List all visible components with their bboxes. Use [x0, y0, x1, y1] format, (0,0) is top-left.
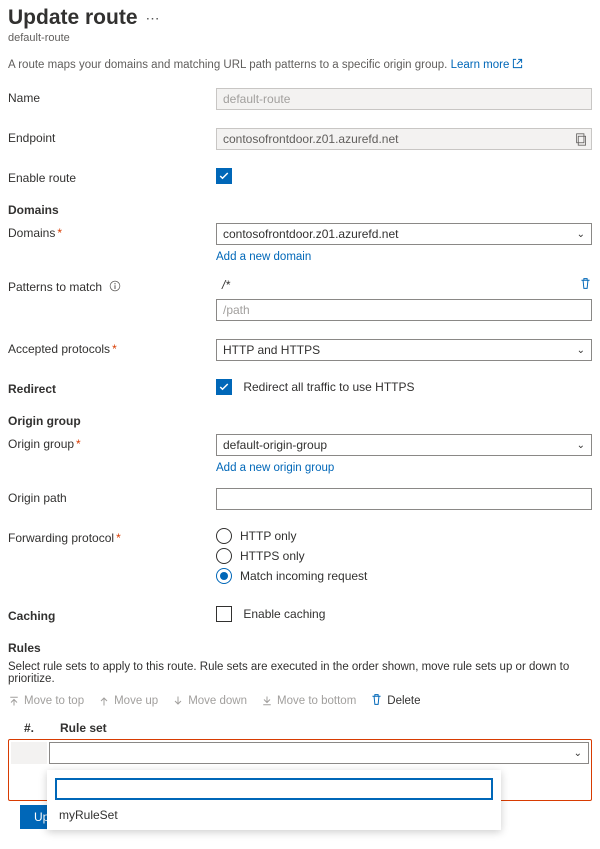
- copy-icon[interactable]: [572, 130, 590, 148]
- learn-more-link[interactable]: Learn more: [451, 59, 524, 71]
- name-label: Name: [8, 88, 216, 105]
- table-row: ⌄: [11, 742, 589, 764]
- ruleset-dropdown: myRuleSet: [47, 770, 501, 830]
- row-selector[interactable]: [11, 742, 47, 764]
- ruleset-select[interactable]: ⌄: [49, 742, 589, 764]
- grid-col-num: #.: [24, 721, 60, 735]
- info-icon[interactable]: [109, 280, 121, 295]
- origin-heading: Origin group: [8, 414, 592, 428]
- page-subtitle: default-route: [8, 32, 592, 44]
- pattern-input[interactable]: [216, 299, 592, 321]
- accepted-protocols-select[interactable]: HTTP and HTTPS ⌄: [216, 339, 592, 361]
- external-link-icon: [512, 58, 523, 72]
- trash-icon: [370, 693, 383, 709]
- chevron-down-icon: ⌄: [574, 748, 582, 759]
- caching-heading: Caching: [8, 609, 55, 623]
- more-actions-icon[interactable]: ⋯: [146, 11, 160, 25]
- rules-grid-highlight: ⌄ myRuleSet: [8, 739, 592, 801]
- domains-label: Domains: [8, 226, 55, 240]
- rules-toolbar: Move to top Move up Move down Move to bo…: [8, 693, 592, 709]
- ruleset-option[interactable]: myRuleSet: [55, 800, 493, 824]
- redirect-heading: Redirect: [8, 382, 56, 396]
- delete-pattern-icon[interactable]: [579, 277, 592, 293]
- page-description: A route maps your domains and matching U…: [8, 58, 592, 72]
- rules-description: Select rule sets to apply to this route.…: [8, 661, 592, 685]
- forwarding-http-radio[interactable]: HTTP only: [216, 528, 592, 544]
- move-top-button[interactable]: Move to top: [8, 695, 84, 707]
- origin-group-label: Origin group: [8, 437, 74, 451]
- endpoint-label: Endpoint: [8, 128, 216, 145]
- enable-route-checkbox[interactable]: [216, 168, 232, 184]
- pattern-existing: /*: [216, 278, 573, 292]
- grid-col-ruleset: Rule set: [60, 721, 592, 735]
- origin-group-select[interactable]: default-origin-group ⌄: [216, 434, 592, 456]
- origin-path-label: Origin path: [8, 488, 216, 505]
- caching-label: Enable caching: [243, 607, 325, 621]
- name-input[interactable]: [216, 88, 592, 110]
- redirect-label: Redirect all traffic to use HTTPS: [243, 380, 414, 394]
- move-up-button[interactable]: Move up: [98, 695, 158, 707]
- accepted-protocols-label: Accepted protocols: [8, 342, 110, 356]
- origin-path-input[interactable]: [216, 488, 592, 510]
- chevron-down-icon: ⌄: [577, 345, 585, 356]
- move-bottom-button[interactable]: Move to bottom: [261, 695, 356, 707]
- endpoint-input: [216, 128, 592, 150]
- chevron-down-icon: ⌄: [577, 440, 585, 451]
- redirect-checkbox[interactable]: [216, 379, 232, 395]
- forwarding-https-radio[interactable]: HTTPS only: [216, 548, 592, 564]
- domains-select[interactable]: contosofrontdoor.z01.azurefd.net ⌄: [216, 223, 592, 245]
- forwarding-match-radio[interactable]: Match incoming request: [216, 568, 592, 584]
- page-title: Update route: [8, 6, 138, 30]
- rules-heading: Rules: [8, 641, 592, 655]
- enable-route-label: Enable route: [8, 168, 216, 185]
- delete-rule-button[interactable]: Delete: [370, 693, 420, 709]
- caching-checkbox[interactable]: [216, 606, 232, 622]
- add-domain-link[interactable]: Add a new domain: [216, 251, 311, 263]
- patterns-label: Patterns to match: [8, 280, 102, 294]
- domains-heading: Domains: [8, 203, 592, 217]
- ruleset-search-input[interactable]: [55, 778, 493, 800]
- move-down-button[interactable]: Move down: [172, 695, 247, 707]
- add-origin-link[interactable]: Add a new origin group: [216, 462, 334, 474]
- forwarding-protocol-label: Forwarding protocol: [8, 531, 114, 545]
- chevron-down-icon: ⌄: [577, 229, 585, 240]
